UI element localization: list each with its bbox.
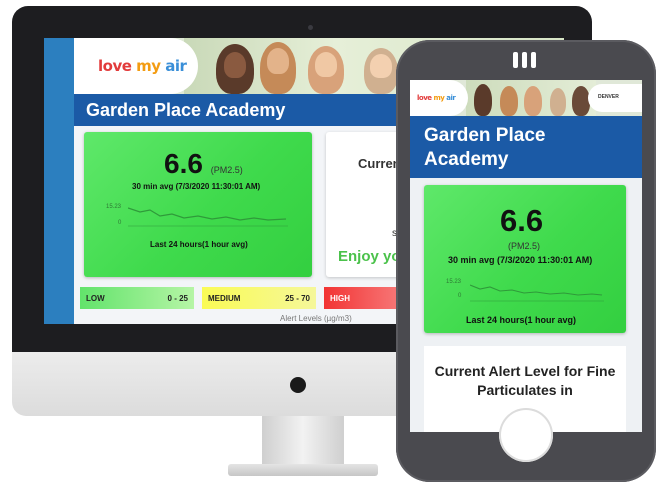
pm25-value: 6.6 bbox=[500, 203, 544, 238]
power-button bbox=[290, 377, 306, 393]
brand-logo[interactable]: love my air bbox=[410, 80, 468, 116]
sparkline bbox=[470, 284, 604, 302]
reading-card: 6.6 (PM2.5) 30 min avg (7/3/2020 11:30:0… bbox=[424, 185, 626, 333]
home-button bbox=[499, 408, 553, 462]
legend-label: HIGH bbox=[330, 294, 350, 303]
window-label: Last 24 hours(1 hour avg) bbox=[466, 315, 577, 325]
reading-card: 6.6 (PM2.5) 30 min avg (7/3/2020 11:30:0… bbox=[84, 132, 312, 277]
avg-timestamp: 30 min avg (7/3/2020 11:30:01 AM) bbox=[132, 182, 261, 191]
speaker-slot bbox=[513, 52, 518, 68]
spark-min-label: 0 bbox=[118, 220, 122, 226]
legend-range: 25 - 70 bbox=[285, 294, 310, 303]
sparkline bbox=[128, 207, 288, 227]
phone-device: love my air DENVER Garden Place Academy … bbox=[396, 40, 656, 482]
monitor-stand-base bbox=[228, 464, 378, 476]
legend-medium: MEDIUM 25 - 70 bbox=[202, 287, 316, 309]
partner-logo: DENVER bbox=[588, 84, 642, 112]
spark-max-label: 15.23 bbox=[106, 204, 122, 210]
pm25-unit: (PM2.5) bbox=[508, 241, 541, 251]
phone-title-bar: Garden Place Academy bbox=[410, 116, 642, 178]
alert-heading: Current Alert Level for Fine Particulate… bbox=[434, 363, 616, 398]
speaker-slot bbox=[522, 52, 527, 68]
speaker-slot bbox=[531, 52, 536, 68]
legend-low: LOW 0 - 25 bbox=[80, 287, 194, 309]
school-name: Garden Place Academy bbox=[424, 125, 546, 170]
monitor-stand bbox=[262, 416, 344, 466]
legend-label: LOW bbox=[86, 294, 105, 303]
side-stripe bbox=[44, 38, 74, 324]
school-name: Garden Place Academy bbox=[86, 100, 286, 120]
spark-min-label: 0 bbox=[458, 293, 462, 299]
legend-high: HIGH bbox=[324, 287, 404, 309]
children-photo bbox=[466, 80, 596, 116]
alert-heading: Curren bbox=[358, 156, 401, 171]
camera-dot bbox=[308, 25, 313, 30]
legend-range: 0 - 25 bbox=[167, 294, 188, 303]
phone-header-banner: love my air DENVER bbox=[410, 80, 642, 116]
window-label: Last 24 hours(1 hour avg) bbox=[150, 240, 248, 249]
legend-label: MEDIUM bbox=[208, 294, 241, 303]
brand-wordmark: love my air bbox=[98, 57, 187, 75]
pm25-value: 6.6 (PM2.5) bbox=[164, 148, 243, 179]
legend-caption: Alert Levels (µg/m3) bbox=[280, 314, 352, 323]
brand-wordmark: love my air bbox=[417, 94, 456, 102]
brand-logo[interactable]: love my air bbox=[74, 38, 198, 94]
spark-max-label: 15.23 bbox=[446, 279, 462, 285]
avg-timestamp: 30 min avg (7/3/2020 11:30:01 AM) bbox=[448, 255, 593, 265]
alert-message: Enjoy yo bbox=[338, 248, 401, 265]
phone-screen: love my air DENVER Garden Place Academy … bbox=[410, 80, 642, 432]
